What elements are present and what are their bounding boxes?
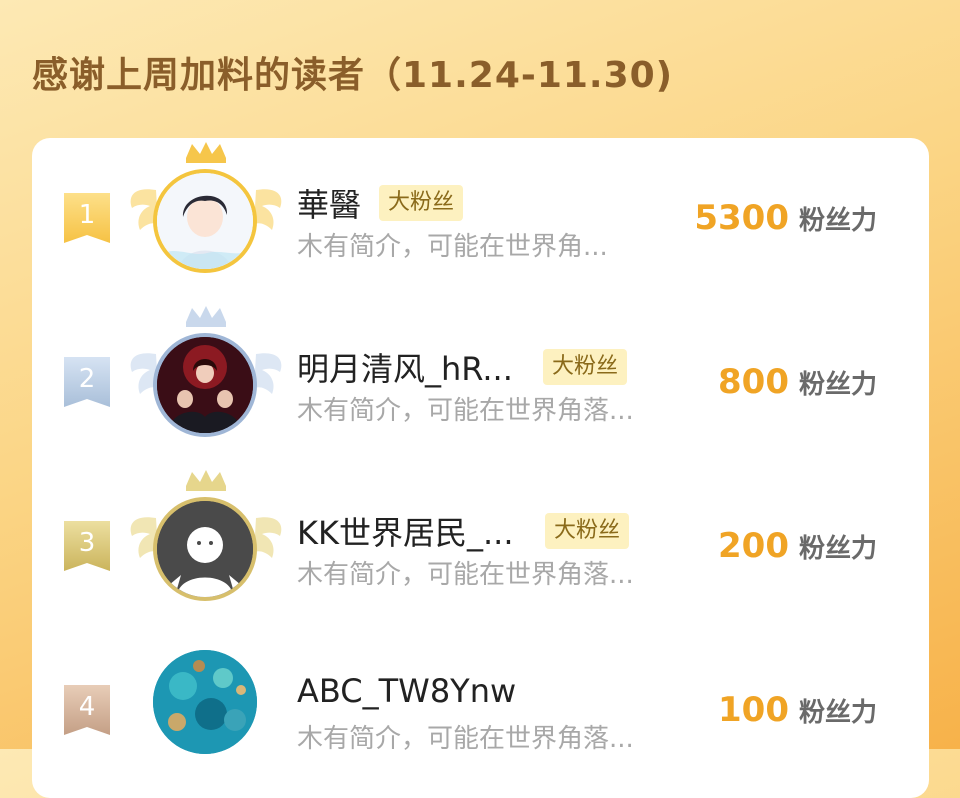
fan-power-unit: 粉丝力 [798,698,877,728]
rank-badge: 2 [64,357,110,407]
fan-level-badge: 大粉丝 [379,185,464,221]
rank-badge: 3 [64,521,110,571]
user-intro: 木有简介，可能在世界角落... [297,724,634,754]
fan-power-unit: 粉丝力 [798,206,877,236]
avatar[interactable] [153,333,257,437]
anime-boy-avatar-icon [157,173,253,269]
fan-power-value: 200 [718,526,789,566]
user-name[interactable]: ABC_TW8Ynw [297,672,516,710]
fan-power-unit: 粉丝力 [798,534,877,564]
rank-badge: 1 [64,193,110,243]
fan-power: 100 粉丝力 [718,690,877,730]
fan-level-badge: 大粉丝 [543,349,628,385]
ocean-coral-avatar-icon [153,650,257,754]
default-person-avatar-icon [157,501,253,597]
fan-power: 200 粉丝力 [718,526,877,566]
avatar[interactable] [153,169,257,273]
fan-power-value: 800 [718,362,789,402]
dark-group-art-avatar-icon [157,337,253,433]
fan-level-badge: 大粉丝 [545,513,630,549]
avatar[interactable] [153,497,257,601]
avatar[interactable] [153,650,257,754]
user-intro: 木有简介，可能在世界角落... [297,396,634,426]
list-item[interactable]: 3 KK世界居民_... 大粉丝 木有简介，可能在世界角落... 200 粉丝力 [32,466,929,606]
fan-power-value: 5300 [694,198,789,238]
reader-list: 1 華醫 大粉丝 木有简介，可能在世界角... 5300 粉丝力 2 明月清风_… [32,138,929,798]
fan-power-unit: 粉丝力 [798,370,877,400]
user-intro: 木有简介，可能在世界角落... [297,560,634,590]
user-intro: 木有简介，可能在世界角... [297,232,608,262]
list-item[interactable]: 4 ABC_TW8Ynw 木有简介，可能在世界角落... 100 粉丝力 [32,630,929,770]
user-name[interactable]: 明月清风_hR... [297,344,513,390]
user-name[interactable]: 華醫 [297,180,361,226]
user-name[interactable]: KK世界居民_... [297,508,514,554]
list-item[interactable]: 1 華醫 大粉丝 木有简介，可能在世界角... 5300 粉丝力 [32,138,929,278]
rank-badge: 4 [64,685,110,735]
fan-power: 800 粉丝力 [718,362,877,402]
page-title: 感谢上周加料的读者（11.24-11.30) [32,55,674,96]
list-item[interactable]: 2 明月清风_hR... 大粉丝 木有简介，可能在世界角落... 800 粉丝力 [32,302,929,442]
fan-power: 5300 粉丝力 [694,198,877,238]
fan-power-value: 100 [718,690,789,730]
